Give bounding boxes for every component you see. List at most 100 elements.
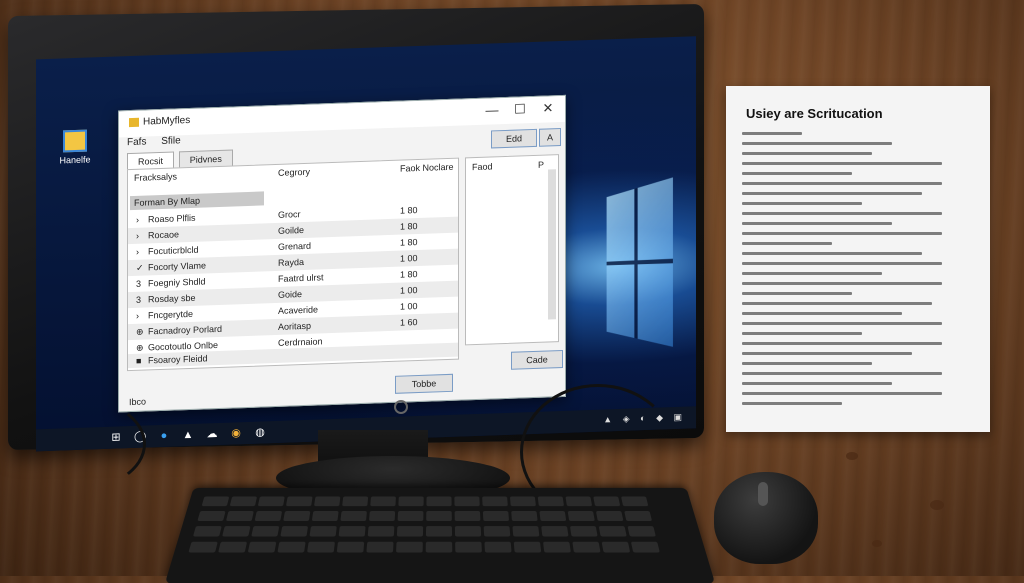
text-line bbox=[742, 132, 802, 135]
text-line bbox=[742, 312, 902, 315]
window-title-container: HabMyfles bbox=[129, 115, 190, 128]
windows-logo-wallpaper bbox=[606, 177, 674, 347]
top-right-button[interactable]: A bbox=[539, 128, 561, 147]
text-line bbox=[742, 382, 892, 385]
store-icon[interactable]: ▲ bbox=[182, 429, 194, 441]
wood-knot bbox=[872, 540, 882, 547]
text-line bbox=[742, 302, 932, 305]
status-text: Ibco bbox=[129, 396, 147, 408]
row-category: Aoritasp bbox=[278, 320, 312, 332]
settings-icon[interactable]: ◍ bbox=[254, 426, 266, 438]
column-header-name[interactable]: Fracksalys bbox=[134, 171, 177, 183]
row-category: Acaveride bbox=[278, 304, 319, 316]
desktop-shortcut-label: Hanelfe bbox=[59, 154, 91, 166]
column-header-category[interactable]: Cegrory bbox=[278, 167, 310, 178]
key-row bbox=[197, 510, 655, 522]
row-amount: 1 80 bbox=[400, 221, 418, 232]
row-amount: 1 00 bbox=[400, 285, 418, 296]
text-line bbox=[742, 202, 862, 205]
close-button[interactable]: ✕ bbox=[535, 98, 561, 119]
row-amount: 1 80 bbox=[400, 205, 418, 216]
wood-knot bbox=[930, 500, 944, 510]
row-name: Rosday sbe bbox=[148, 292, 196, 305]
text-line bbox=[742, 242, 832, 245]
text-line bbox=[742, 342, 942, 345]
folder-icon bbox=[63, 129, 87, 153]
text-line bbox=[742, 182, 942, 185]
row-icon: › bbox=[136, 310, 139, 321]
scrollbar[interactable] bbox=[548, 169, 556, 320]
wood-knot bbox=[846, 452, 858, 460]
row-category: Goide bbox=[278, 289, 303, 300]
cloud-icon[interactable]: ☁ bbox=[206, 428, 218, 440]
text-line bbox=[742, 212, 942, 215]
key-row bbox=[188, 541, 663, 554]
cable bbox=[0, 396, 146, 492]
text-line bbox=[742, 372, 942, 375]
text-line bbox=[742, 272, 882, 275]
minimize-button[interactable]: — bbox=[479, 100, 505, 121]
row-category: Grenard bbox=[278, 240, 312, 252]
menu-bar: Fafs Sfile bbox=[127, 135, 193, 148]
row-amount: 1 00 bbox=[400, 253, 418, 264]
text-line bbox=[742, 172, 852, 175]
row-category: Rayda bbox=[278, 256, 305, 268]
menu-item[interactable]: Sfile bbox=[161, 135, 180, 147]
edge-icon[interactable]: ● bbox=[158, 430, 170, 442]
text-line bbox=[742, 162, 942, 165]
edit-button[interactable]: Edd bbox=[491, 128, 537, 149]
detail-panel-header: Faod bbox=[472, 161, 493, 173]
desktop-shortcut[interactable]: Hanelfe bbox=[50, 129, 100, 166]
item-list: Fracksalys Cegrory Faok Noclare Forman B… bbox=[127, 157, 459, 372]
row-icon: ■ bbox=[136, 355, 142, 366]
text-line bbox=[742, 282, 942, 285]
row-icon: ⊕ bbox=[136, 326, 144, 337]
detail-panel: Faod P bbox=[465, 154, 559, 346]
computer-mouse bbox=[714, 472, 818, 564]
row-name: Fncgerytde bbox=[148, 308, 194, 321]
text-line bbox=[742, 222, 892, 225]
text-line bbox=[742, 192, 922, 195]
row-category: Grocr bbox=[278, 209, 301, 220]
row-category: Goilde bbox=[278, 224, 305, 236]
detail-panel-marker: P bbox=[537, 159, 544, 170]
menu-item[interactable]: Fafs bbox=[127, 136, 146, 148]
keyboard bbox=[164, 487, 716, 583]
text-line bbox=[742, 362, 872, 365]
app-window: HabMyfles — ☐ ✕ Fafs Sfile Rocsit Pidvne… bbox=[118, 94, 566, 413]
column-header-amount[interactable]: Faok Noclare bbox=[400, 162, 454, 174]
row-name: Roaso Plflis bbox=[148, 212, 196, 225]
text-line bbox=[742, 322, 942, 325]
text-line bbox=[742, 292, 852, 295]
row-amount: 1 60 bbox=[400, 317, 418, 328]
cancel-button[interactable]: Cade bbox=[511, 349, 563, 370]
row-icon: › bbox=[136, 214, 139, 225]
maximize-button[interactable]: ☐ bbox=[507, 99, 533, 120]
chrome-icon[interactable]: ◉ bbox=[230, 427, 242, 439]
row-icon: › bbox=[136, 246, 139, 257]
text-line bbox=[742, 352, 912, 355]
row-amount: 1 00 bbox=[400, 301, 418, 312]
bottom-button[interactable]: Tobbe bbox=[395, 373, 453, 394]
row-amount: 1 80 bbox=[400, 269, 418, 280]
text-line bbox=[742, 252, 922, 255]
text-line bbox=[742, 152, 872, 155]
row-name: Fsoaroy Fleidd bbox=[148, 353, 208, 366]
text-line bbox=[742, 332, 862, 335]
text-line bbox=[742, 142, 892, 145]
window-title: HabMyfles bbox=[143, 114, 191, 128]
paper-title: Usiey are Scritucation bbox=[746, 106, 883, 121]
text-line bbox=[742, 392, 942, 395]
scroll-wheel bbox=[758, 482, 768, 506]
row-category: Faatrd ulrst bbox=[278, 272, 324, 284]
key-row bbox=[201, 496, 651, 507]
row-icon: 3 bbox=[136, 278, 142, 289]
key-row bbox=[193, 525, 659, 537]
row-icon: › bbox=[136, 230, 139, 241]
text-line bbox=[742, 262, 942, 265]
text-line bbox=[742, 402, 842, 405]
row-name: Rocaoe bbox=[148, 229, 180, 241]
row-icon: ✓ bbox=[136, 262, 144, 273]
monitor-logo bbox=[394, 400, 408, 414]
row-amount: 1 80 bbox=[400, 237, 418, 248]
